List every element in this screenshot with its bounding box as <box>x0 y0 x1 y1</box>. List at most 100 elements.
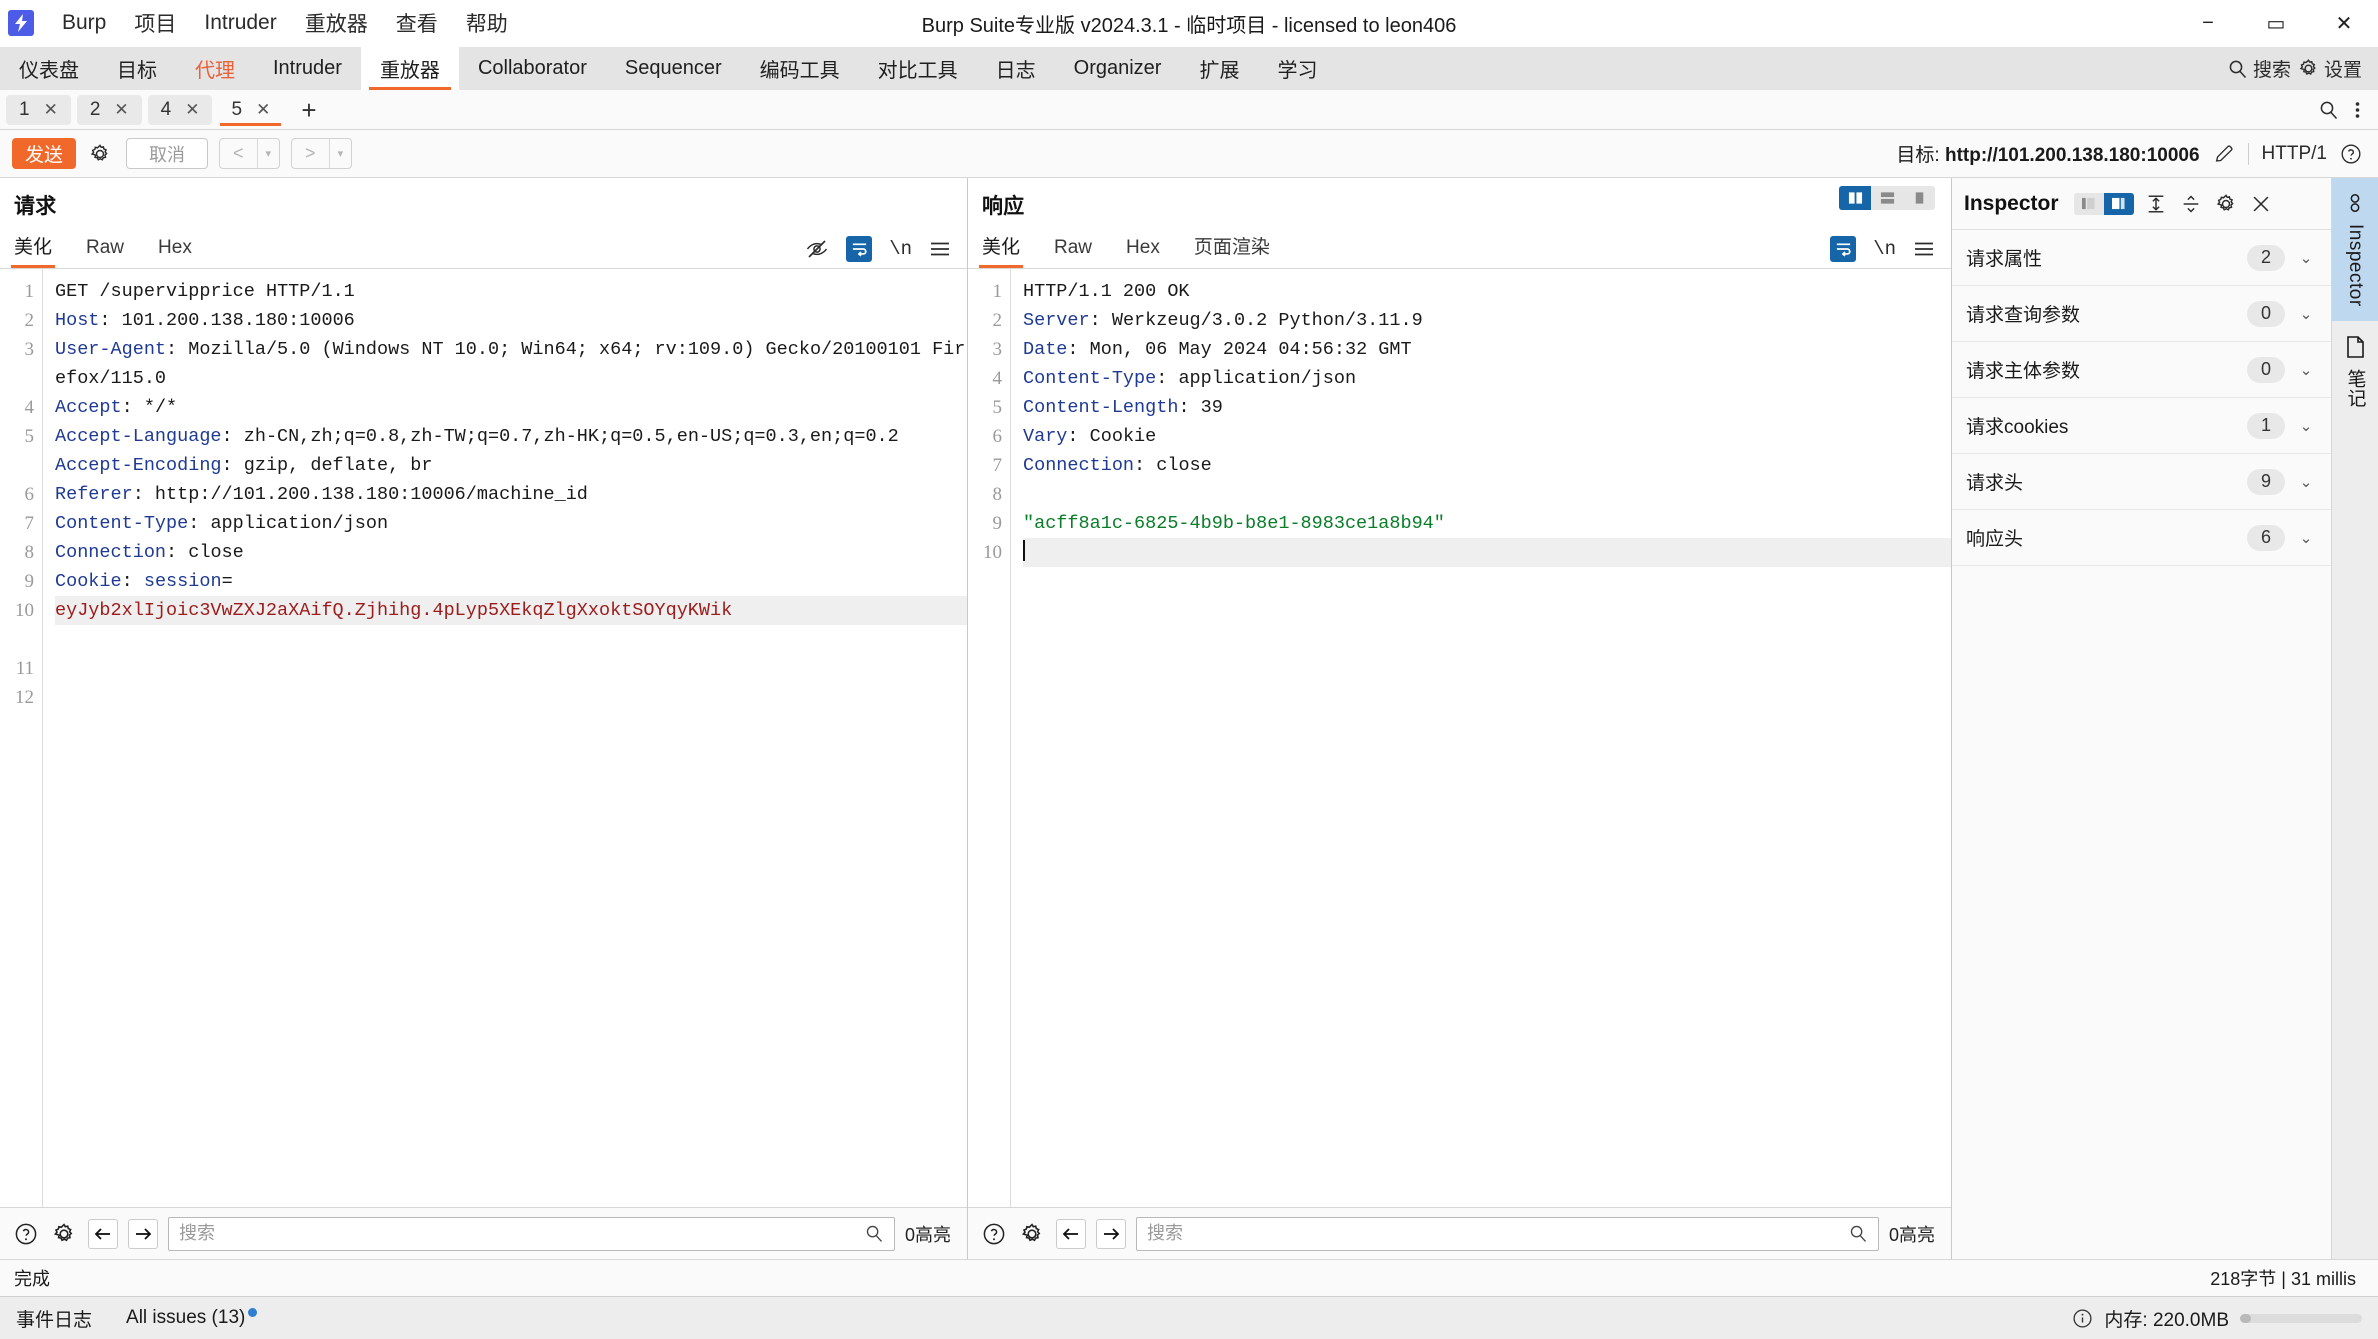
gear-icon[interactable] <box>50 1220 78 1248</box>
tab-logger[interactable]: 日志 <box>977 47 1055 90</box>
search-prev-button[interactable] <box>1056 1218 1086 1249</box>
menu-help[interactable]: 帮助 <box>452 4 522 42</box>
response-tab-hex[interactable]: Hex <box>1126 237 1160 268</box>
search-next-button[interactable] <box>1096 1218 1126 1249</box>
send-button[interactable]: 发送 <box>12 138 76 169</box>
send-options-gear-icon[interactable] <box>85 139 115 169</box>
chevron-down-icon[interactable]: ⌄ <box>2295 361 2317 379</box>
response-tab-pretty[interactable]: 美化 <box>978 232 1024 268</box>
close-icon[interactable]: ✕ <box>44 100 58 120</box>
close-icon[interactable]: ✕ <box>114 100 128 120</box>
search-icon[interactable] <box>1849 1224 1868 1243</box>
chevron-down-icon[interactable]: ⌄ <box>2295 473 2317 491</box>
add-repeater-tab-button[interactable]: + <box>289 97 328 123</box>
newline-icon[interactable]: \n <box>1873 238 1896 260</box>
response-search-input[interactable] <box>1147 1223 1849 1244</box>
minimize-button[interactable]: − <box>2174 0 2242 47</box>
request-tab-raw[interactable]: Raw <box>86 237 124 268</box>
menu-project[interactable]: 项目 <box>120 4 190 42</box>
rail-tab-inspector[interactable]: Inspector <box>2332 178 2378 321</box>
word-wrap-icon[interactable] <box>846 236 873 262</box>
close-icon[interactable]: ✕ <box>185 100 199 120</box>
search-next-button[interactable] <box>128 1218 158 1249</box>
response-editor[interactable]: 1 2 3 4 5 6 7 8 9 10 HTTP/1.1 200 OK Ser… <box>968 268 1951 1207</box>
response-tab-raw[interactable]: Raw <box>1054 237 1092 268</box>
request-search-field[interactable] <box>168 1216 895 1251</box>
repeater-overflow-menu-icon[interactable] <box>2355 100 2360 120</box>
back-history-button[interactable]: < ▾ <box>219 138 281 169</box>
hamburger-menu-icon[interactable] <box>929 240 951 258</box>
menu-intruder[interactable]: Intruder <box>190 7 290 39</box>
chevron-down-icon[interactable]: ⌄ <box>2295 417 2317 435</box>
inspector-section-request-cookies[interactable]: 请求cookies 1 ⌄ <box>1952 398 2331 454</box>
inspector-section-request-headers[interactable]: 请求头 9 ⌄ <box>1952 454 2331 510</box>
search-prev-button[interactable] <box>88 1218 118 1249</box>
repeater-tab-5[interactable]: 5 ✕ <box>218 94 284 126</box>
repeater-search-icon[interactable] <box>2319 100 2339 120</box>
request-search-input[interactable] <box>179 1223 865 1244</box>
search-icon[interactable] <box>865 1224 884 1243</box>
menu-view[interactable]: 查看 <box>382 4 452 42</box>
all-issues-button[interactable]: All issues (13) <box>126 1307 258 1329</box>
rail-tab-notes[interactable]: 笔记 <box>2332 321 2378 422</box>
collapse-all-icon[interactable] <box>2143 191 2169 217</box>
close-icon[interactable]: ✕ <box>256 100 270 120</box>
repeater-tab-4[interactable]: 4 ✕ <box>147 94 213 125</box>
inspector-section-body-params[interactable]: 请求主体参数 0 ⌄ <box>1952 342 2331 398</box>
tab-organizer[interactable]: Organizer <box>1055 47 1181 90</box>
gear-icon[interactable] <box>1018 1220 1046 1248</box>
repeater-tab-1[interactable]: 1 ✕ <box>6 94 71 125</box>
response-tab-render[interactable]: 页面渲染 <box>1194 232 1270 268</box>
tab-extensions[interactable]: 扩展 <box>1180 47 1258 90</box>
layout-vertical-split-button[interactable] <box>1839 186 1871 210</box>
inspector-dock-left-button[interactable] <box>2074 193 2104 215</box>
close-icon[interactable] <box>2248 191 2274 217</box>
help-icon[interactable] <box>980 1220 1008 1248</box>
inspector-section-request-attributes[interactable]: 请求属性 2 ⌄ <box>1952 230 2331 286</box>
help-icon[interactable] <box>2340 143 2362 165</box>
edit-target-pencil-icon[interactable] <box>2213 143 2235 165</box>
maximize-button[interactable]: ▭ <box>2242 0 2310 47</box>
layout-tabbed-button[interactable] <box>1903 186 1935 210</box>
tab-dashboard[interactable]: 仪表盘 <box>0 47 98 90</box>
chevron-down-icon[interactable]: ⌄ <box>2295 529 2317 547</box>
eye-slash-icon[interactable] <box>805 237 829 261</box>
inspector-section-query-params[interactable]: 请求查询参数 0 ⌄ <box>1952 286 2331 342</box>
inspector-section-response-headers[interactable]: 响应头 6 ⌄ <box>1952 510 2331 566</box>
newline-icon[interactable]: \n <box>889 238 912 260</box>
close-button[interactable]: ✕ <box>2310 0 2378 47</box>
memory-usage-bar[interactable] <box>2240 1313 2362 1323</box>
request-tab-pretty[interactable]: 美化 <box>10 232 56 268</box>
inspector-dock-right-button[interactable] <box>2103 192 2134 215</box>
cancel-button[interactable]: 取消 <box>126 138 208 169</box>
tab-comparer[interactable]: 对比工具 <box>859 47 977 90</box>
http-version-label[interactable]: HTTP/1 <box>2262 143 2327 165</box>
response-search-field[interactable] <box>1136 1216 1879 1251</box>
help-icon[interactable] <box>12 1220 40 1248</box>
request-tab-hex[interactable]: Hex <box>158 237 192 268</box>
tab-proxy[interactable]: 代理 <box>176 47 254 90</box>
tab-collaborator[interactable]: Collaborator <box>459 47 606 90</box>
tab-intruder[interactable]: Intruder <box>254 47 361 90</box>
repeater-tab-2[interactable]: 2 ✕ <box>76 94 142 125</box>
response-code-content[interactable]: HTTP/1.1 200 OK Server: Werkzeug/3.0.2 P… <box>1010 269 1951 1207</box>
layout-horizontal-split-button[interactable] <box>1871 186 1903 210</box>
menu-repeater[interactable]: 重放器 <box>291 4 382 42</box>
request-code-content[interactable]: GET /supervipprice HTTP/1.1 Host: 101.20… <box>42 269 967 1207</box>
info-icon[interactable] <box>2072 1308 2093 1329</box>
tab-repeater[interactable]: 重放器 <box>360 47 459 90</box>
hamburger-menu-icon[interactable] <box>1913 240 1935 258</box>
nav-search-button[interactable]: 搜索 <box>2228 55 2291 82</box>
tab-decoder[interactable]: 编码工具 <box>741 47 859 90</box>
nav-settings-button[interactable]: 设置 <box>2298 55 2362 82</box>
menu-burp[interactable]: Burp <box>48 7 120 39</box>
request-editor[interactable]: 1 2 3 . 4 5 . 6 7 8 9 10 . 11 12 GET /su… <box>0 268 967 1207</box>
forward-history-button[interactable]: > ▾ <box>291 138 353 169</box>
chevron-down-icon[interactable]: ⌄ <box>2295 249 2317 267</box>
tab-learn[interactable]: 学习 <box>1258 47 1336 90</box>
tab-sequencer[interactable]: Sequencer <box>606 47 741 90</box>
word-wrap-icon[interactable] <box>1830 236 1857 262</box>
expand-all-icon[interactable] <box>2178 191 2204 217</box>
chevron-down-icon[interactable]: ⌄ <box>2295 305 2317 323</box>
tab-target[interactable]: 目标 <box>98 47 176 90</box>
